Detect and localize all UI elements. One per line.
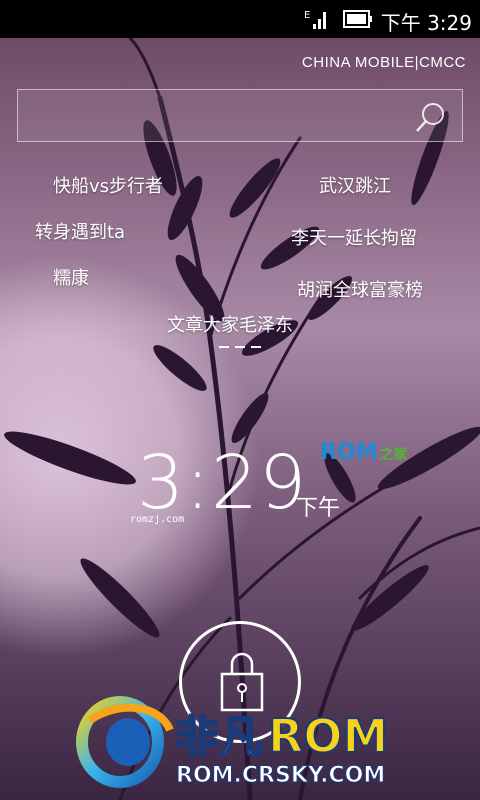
search-icon[interactable]	[414, 100, 448, 134]
status-time: 下午 3:29	[380, 11, 472, 35]
status-bar: E 下午 3:29	[0, 0, 480, 38]
page-dot	[219, 346, 229, 348]
svg-text:E: E	[304, 10, 310, 21]
hot-word-item[interactable]: 糯康	[53, 264, 89, 290]
carrier-label: CHINA MOBILE|CMCC	[301, 54, 466, 71]
brand-name-cn: 非凡	[175, 712, 263, 763]
hot-word-item[interactable]: 李天一延长拘留	[291, 224, 417, 250]
signal-icon: E	[304, 10, 326, 29]
page-dot	[235, 346, 245, 348]
watermark-url: romzj.com	[130, 514, 185, 525]
page-dot	[251, 346, 261, 348]
hot-word-item[interactable]: 转身遇到ta	[35, 218, 125, 244]
romzj-logo: ROM 之家	[320, 440, 408, 465]
battery-icon	[343, 10, 372, 28]
crsky-brand-logo: 非凡 ROM ROM.CRSKY.COM	[76, 696, 389, 789]
hot-word-item[interactable]: 快船vs步行者	[53, 172, 163, 198]
search-input[interactable]	[17, 89, 463, 142]
swirl-icon	[76, 696, 174, 788]
romzj-logo-suffix: 之家	[379, 447, 408, 463]
brand-url: ROM.CRSKY.COM	[176, 763, 385, 788]
hot-word-item[interactable]: 武汉跳江	[319, 172, 391, 198]
hot-word-item[interactable]: 文章大家毛泽东	[167, 311, 293, 337]
romzj-logo-text: ROM	[320, 440, 378, 465]
brand-name-rom: ROM	[268, 709, 388, 763]
page-indicator	[219, 346, 263, 350]
hot-word-item[interactable]: 胡润全球富豪榜	[297, 276, 423, 302]
clock-ampm: 下午	[296, 496, 341, 521]
